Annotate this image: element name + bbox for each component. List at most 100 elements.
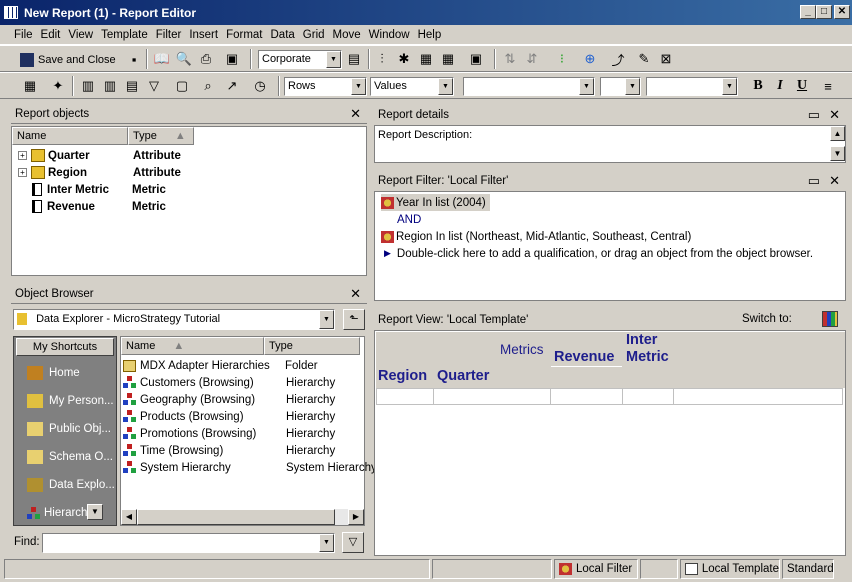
- metric-header-revenue[interactable]: Revenue: [554, 349, 614, 365]
- italic-button[interactable]: I: [770, 76, 790, 96]
- menu-window[interactable]: Window: [369, 29, 410, 41]
- report-grid-area[interactable]: Metrics Region Quarter Revenue Inter Met…: [374, 330, 846, 556]
- find-icon[interactable]: ⌕: [198, 76, 218, 96]
- clock-icon[interactable]: ◷: [250, 76, 270, 96]
- color-combo[interactable]: ▼: [646, 77, 738, 96]
- list-item[interactable]: Time (Browsing) Hierarchy: [123, 442, 335, 459]
- shortcut-schema-objects[interactable]: Schema O...: [27, 444, 119, 470]
- column-header-name[interactable]: Name: [12, 127, 128, 145]
- grid-cell[interactable]: [376, 388, 434, 405]
- close-icon[interactable]: ✕: [829, 107, 840, 123]
- filter-qualification-year[interactable]: Year In list (2004): [381, 194, 490, 211]
- folder-up-icon[interactable]: ⬑: [343, 309, 365, 330]
- table-icon[interactable]: ▦: [20, 76, 40, 96]
- align-left-icon[interactable]: ≡: [818, 76, 838, 96]
- grid-cell[interactable]: [673, 388, 843, 405]
- scroll-up-icon[interactable]: ▲: [830, 126, 845, 141]
- chevron-down-icon[interactable]: ▼: [579, 78, 594, 95]
- maximize-button[interactable]: □: [816, 5, 832, 19]
- close-icon[interactable]: ✕: [829, 173, 840, 189]
- status-local-filter[interactable]: Local Filter: [554, 559, 638, 579]
- report-icon[interactable]: ▥: [78, 76, 98, 96]
- metric-header-inter-metric[interactable]: Inter Metric: [626, 332, 676, 366]
- list-item[interactable]: Promotions (Browsing) Hierarchy: [123, 425, 335, 442]
- my-shortcuts-button[interactable]: My Shortcuts: [16, 338, 114, 356]
- scroll-right-icon[interactable]: ▶: [348, 509, 364, 525]
- menu-grid[interactable]: Grid: [303, 29, 325, 41]
- report-table-icon[interactable]: ▤: [122, 76, 142, 96]
- menu-filter[interactable]: Filter: [156, 29, 182, 41]
- print-icon[interactable]: ⎙: [196, 49, 216, 69]
- filter-operator[interactable]: AND: [397, 211, 421, 228]
- pages-icon[interactable]: ▢: [172, 76, 192, 96]
- filter-add-hint[interactable]: ▶ Double-click here to add a qualificati…: [384, 245, 813, 262]
- sql-view-icon[interactable]: ▣: [466, 49, 486, 69]
- list-item[interactable]: Customers (Browsing) Hierarchy: [123, 374, 335, 391]
- font-size-combo[interactable]: ▼: [600, 77, 641, 96]
- minimize-icon[interactable]: ▭: [808, 107, 820, 123]
- thresholds-icon[interactable]: ⁝: [552, 49, 572, 69]
- add-icon[interactable]: ⊕: [580, 49, 600, 69]
- bold-button[interactable]: B: [748, 76, 768, 96]
- filter-qualification-region[interactable]: Region In list (Northeast, Mid-Atlantic,…: [381, 228, 691, 245]
- horizontal-scrollbar[interactable]: ◀ ▶: [121, 509, 364, 525]
- list-item[interactable]: Inter Metric Metric: [32, 181, 166, 198]
- autostyle-icon[interactable]: ✱: [394, 49, 414, 69]
- window-title-bar[interactable]: New Report (1) - Report Editor _ □ ✕: [0, 0, 852, 25]
- close-icon[interactable]: ✕: [350, 106, 361, 122]
- location-combo[interactable]: Data Explorer - MicroStrategy Tutorial ▼: [13, 309, 335, 330]
- save-icon[interactable]: ▪: [124, 49, 144, 69]
- print-preview-icon[interactable]: 🔍: [174, 49, 194, 69]
- report-graph-icon[interactable]: ▥: [100, 76, 120, 96]
- filter-icon[interactable]: ▽: [144, 76, 164, 96]
- underline-button[interactable]: U: [792, 76, 812, 96]
- wizard-icon[interactable]: ✦: [48, 76, 68, 96]
- rows-combo[interactable]: Rows ▼: [284, 77, 367, 96]
- drill-icon[interactable]: ⤴: [608, 49, 628, 69]
- sort-ascending-icon[interactable]: ⇅: [500, 49, 520, 69]
- sort-descending-icon[interactable]: ⇵: [522, 49, 542, 69]
- font-combo[interactable]: ▼: [463, 77, 595, 96]
- column-header-type[interactable]: Type: [264, 337, 360, 355]
- report-filter-box[interactable]: Year In list (2004) AND Region In list (…: [374, 191, 846, 301]
- column-header-name[interactable]: Name ▲: [121, 337, 264, 355]
- list-item[interactable]: MDX Adapter Hierarchies Folder: [123, 357, 318, 374]
- shortcut-public-objects[interactable]: Public Obj...: [27, 416, 119, 442]
- close-icon[interactable]: ✕: [350, 286, 361, 302]
- menu-help[interactable]: Help: [418, 29, 442, 41]
- find-input[interactable]: ▼: [42, 533, 335, 553]
- graph-view-icon[interactable]: ▦: [438, 49, 458, 69]
- menu-move[interactable]: Move: [333, 29, 361, 41]
- chevron-down-icon[interactable]: ▼: [625, 78, 640, 95]
- chevron-down-icon[interactable]: ▼: [326, 51, 341, 68]
- menu-data[interactable]: Data: [271, 29, 295, 41]
- list-item[interactable]: Geography (Browsing) Hierarchy: [123, 391, 335, 408]
- grid-cell[interactable]: [622, 388, 674, 405]
- grid-cell[interactable]: [550, 388, 623, 405]
- status-local-template[interactable]: Local Template: [680, 559, 780, 579]
- style-combo[interactable]: Corporate ▼: [258, 50, 342, 69]
- menu-view[interactable]: View: [68, 29, 93, 41]
- list-item[interactable]: + Quarter Attribute: [18, 147, 181, 164]
- close-window-button[interactable]: ✕: [834, 5, 850, 19]
- chevron-down-icon[interactable]: ▼: [351, 78, 366, 95]
- menu-template[interactable]: Template: [101, 29, 148, 41]
- list-item[interactable]: Revenue Metric: [32, 198, 166, 215]
- values-combo[interactable]: Values ▼: [370, 77, 454, 96]
- chevron-down-icon[interactable]: ▼: [87, 504, 103, 520]
- minimize-button[interactable]: _: [800, 5, 816, 19]
- open-book-icon[interactable]: 📖: [152, 49, 172, 69]
- chevron-down-icon[interactable]: ▼: [319, 534, 334, 552]
- grid-cell[interactable]: [433, 388, 551, 405]
- export-icon[interactable]: ⊠: [656, 49, 676, 69]
- metrics-label[interactable]: Metrics: [500, 342, 544, 357]
- list-item[interactable]: Products (Browsing) Hierarchy: [123, 408, 335, 425]
- filter-funnel-icon[interactable]: ▽: [342, 532, 364, 553]
- expand-icon[interactable]: +: [18, 168, 27, 177]
- shortcut-home[interactable]: Home: [27, 360, 119, 386]
- grid-style-icon[interactable]: ⫶: [372, 49, 392, 69]
- menu-edit[interactable]: Edit: [41, 29, 61, 41]
- chevron-down-icon[interactable]: ▼: [319, 310, 334, 329]
- properties-icon[interactable]: ▣: [222, 49, 242, 69]
- menu-insert[interactable]: Insert: [189, 29, 218, 41]
